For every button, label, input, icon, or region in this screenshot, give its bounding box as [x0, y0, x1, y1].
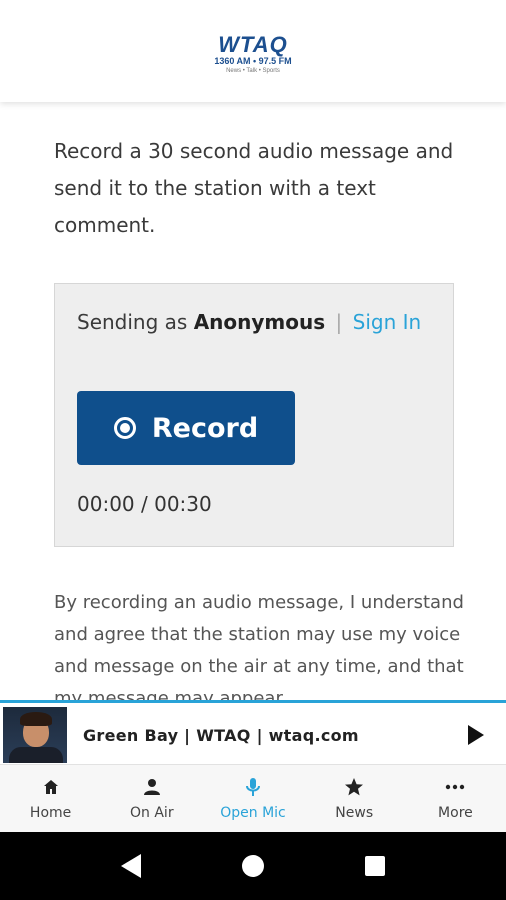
- microphone-icon: [243, 777, 263, 797]
- more-icon: [445, 777, 465, 797]
- bottom-tab-bar: Home On Air Open Mic News More: [0, 764, 506, 833]
- sender-name: Anonymous: [193, 310, 326, 334]
- tab-label: News: [335, 805, 374, 821]
- station-logo[interactable]: WTAQ 1360 AM • 97.5 FM News • Talk • Spo…: [214, 32, 292, 75]
- record-button[interactable]: Record: [77, 391, 295, 465]
- tab-label: On Air: [130, 805, 174, 821]
- recents-icon[interactable]: [365, 856, 386, 876]
- back-icon[interactable]: [120, 854, 141, 878]
- play-icon[interactable]: [468, 725, 484, 745]
- logo-wordmark: WTAQ: [218, 32, 288, 57]
- intro-text: Record a 30 second audio message and sen…: [54, 139, 454, 237]
- tab-home[interactable]: Home: [0, 765, 101, 833]
- home-icon: [41, 777, 61, 797]
- sending-prefix: Sending as: [77, 310, 188, 334]
- record-icon: [113, 417, 136, 439]
- host-avatar: [3, 707, 67, 763]
- tab-label: Home: [29, 805, 72, 821]
- tab-label: Open Mic: [220, 805, 286, 821]
- tab-label: More: [438, 805, 473, 821]
- tab-on-air[interactable]: On Air: [101, 765, 202, 833]
- sending-as-line: Sending as Anonymous | Sign In: [77, 310, 421, 334]
- disclaimer-text: By recording an audio message, I underst…: [54, 592, 464, 709]
- main-content: Record a 30 second audio message and sen…: [54, 102, 464, 709]
- star-icon: [344, 777, 364, 797]
- app-header: WTAQ 1360 AM • 97.5 FM News • Talk • Spo…: [0, 0, 506, 102]
- player-title: Green Bay | WTAQ | wtaq.com: [83, 725, 359, 745]
- home-circle-icon[interactable]: [241, 855, 264, 877]
- sign-in-link[interactable]: Sign In: [353, 310, 422, 334]
- system-nav-bar: [0, 832, 506, 900]
- logo-frequency: 1360 AM • 97.5 FM: [214, 56, 292, 66]
- logo-tagline: News • Talk • Sports: [226, 68, 280, 74]
- tab-open-mic[interactable]: Open Mic: [202, 765, 303, 833]
- mini-player[interactable]: Green Bay | WTAQ | wtaq.com: [0, 700, 506, 767]
- person-icon: [142, 777, 162, 797]
- record-card: Sending as Anonymous | Sign In Record 00…: [54, 283, 454, 547]
- separator: |: [335, 310, 343, 334]
- tab-news[interactable]: News: [304, 765, 405, 833]
- record-button-label: Record: [151, 412, 259, 444]
- record-timer: 00:00 / 00:30: [77, 492, 212, 516]
- tab-more[interactable]: More: [405, 765, 506, 833]
